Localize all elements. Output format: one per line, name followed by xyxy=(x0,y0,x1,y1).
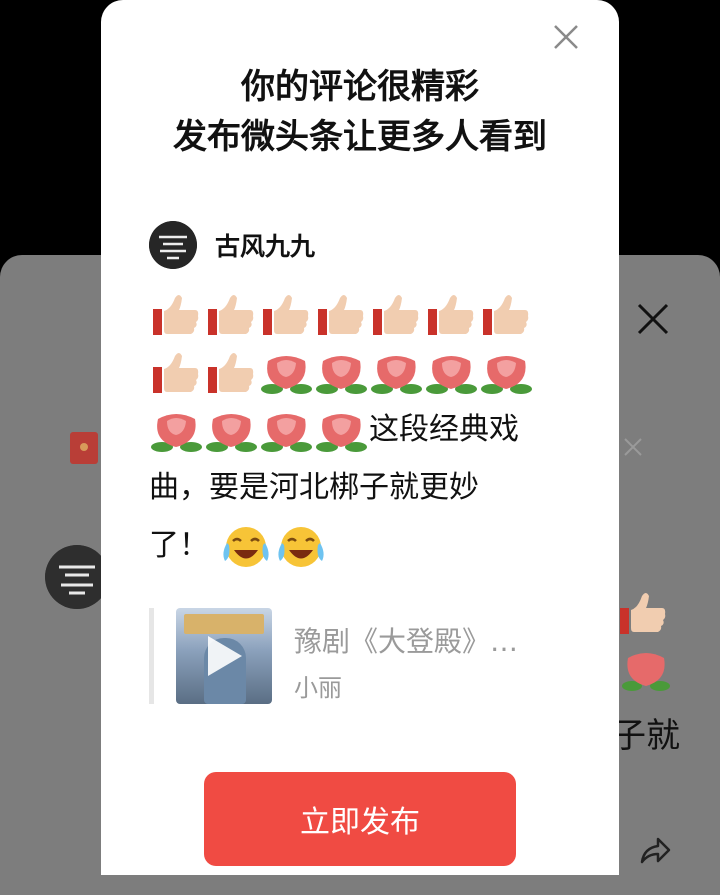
background-close-icon[interactable] xyxy=(634,300,672,338)
thumbs-up-icon xyxy=(153,352,199,393)
video-thumbnail[interactable] xyxy=(176,608,272,704)
thumbnail-banner xyxy=(184,614,264,634)
rose-icon xyxy=(261,355,312,394)
rose-icon xyxy=(426,355,477,394)
rose-icon xyxy=(151,413,202,452)
publish-dialog: 你的评论很精彩 发布微头条让更多人看到 古风九九 这段经典戏 曲，要是河北梆子就… xyxy=(101,0,619,875)
rose-icon xyxy=(371,355,422,394)
comment-text-2: 曲，要是河北梆子就更妙 xyxy=(149,470,479,505)
thumbs-up-icon xyxy=(483,294,529,335)
rose-icon xyxy=(316,413,367,452)
comment-text-1: 这段经典戏 xyxy=(369,412,519,447)
comment-text-3: 了！ xyxy=(149,528,209,563)
author-row: 古风九九 xyxy=(149,220,315,270)
share-icon[interactable] xyxy=(638,834,672,868)
play-icon[interactable] xyxy=(208,636,242,676)
rose-icon xyxy=(206,413,257,452)
thumbs-up-icon xyxy=(318,294,364,335)
thumbs-up-icon xyxy=(373,294,419,335)
publish-button[interactable]: 立即发布 xyxy=(204,772,516,866)
avatar[interactable] xyxy=(149,221,197,269)
laughing-crying-icon xyxy=(222,526,269,567)
red-packet-icon[interactable] xyxy=(70,432,98,464)
title-line-2: 发布微头条让更多人看到 xyxy=(173,117,547,157)
video-title: 豫剧《大登殿》… xyxy=(294,625,519,658)
background-comment-fragment: 子就 xyxy=(612,716,680,756)
dialog-title: 你的评论很精彩 发布微头条让更多人看到 xyxy=(101,62,619,162)
background-thumbs-up-icon xyxy=(620,593,666,634)
rose-icon xyxy=(261,413,312,452)
thumbs-up-icon xyxy=(208,352,254,393)
background-avatar[interactable] xyxy=(45,545,109,609)
rose-icon xyxy=(316,355,367,394)
thumbs-up-icon xyxy=(153,294,199,335)
thumbs-up-icon xyxy=(428,294,474,335)
quoted-video-card[interactable]: 豫剧《大登殿》… 小丽 xyxy=(149,608,574,704)
close-icon[interactable] xyxy=(549,20,583,54)
title-line-1: 你的评论很精彩 xyxy=(241,67,479,107)
laughing-crying-icon xyxy=(277,526,324,567)
video-author: 小丽 xyxy=(294,674,342,702)
thumbs-up-icon xyxy=(208,294,254,335)
comment-text: 这段经典戏 曲，要是河北梆子就更妙 了！ xyxy=(149,285,569,575)
background-dismiss-icon[interactable] xyxy=(622,436,644,458)
rose-icon xyxy=(481,355,532,394)
author-name: 古风九九 xyxy=(215,232,316,261)
thumbs-up-icon xyxy=(263,294,309,335)
background-rose-icon xyxy=(622,653,670,691)
